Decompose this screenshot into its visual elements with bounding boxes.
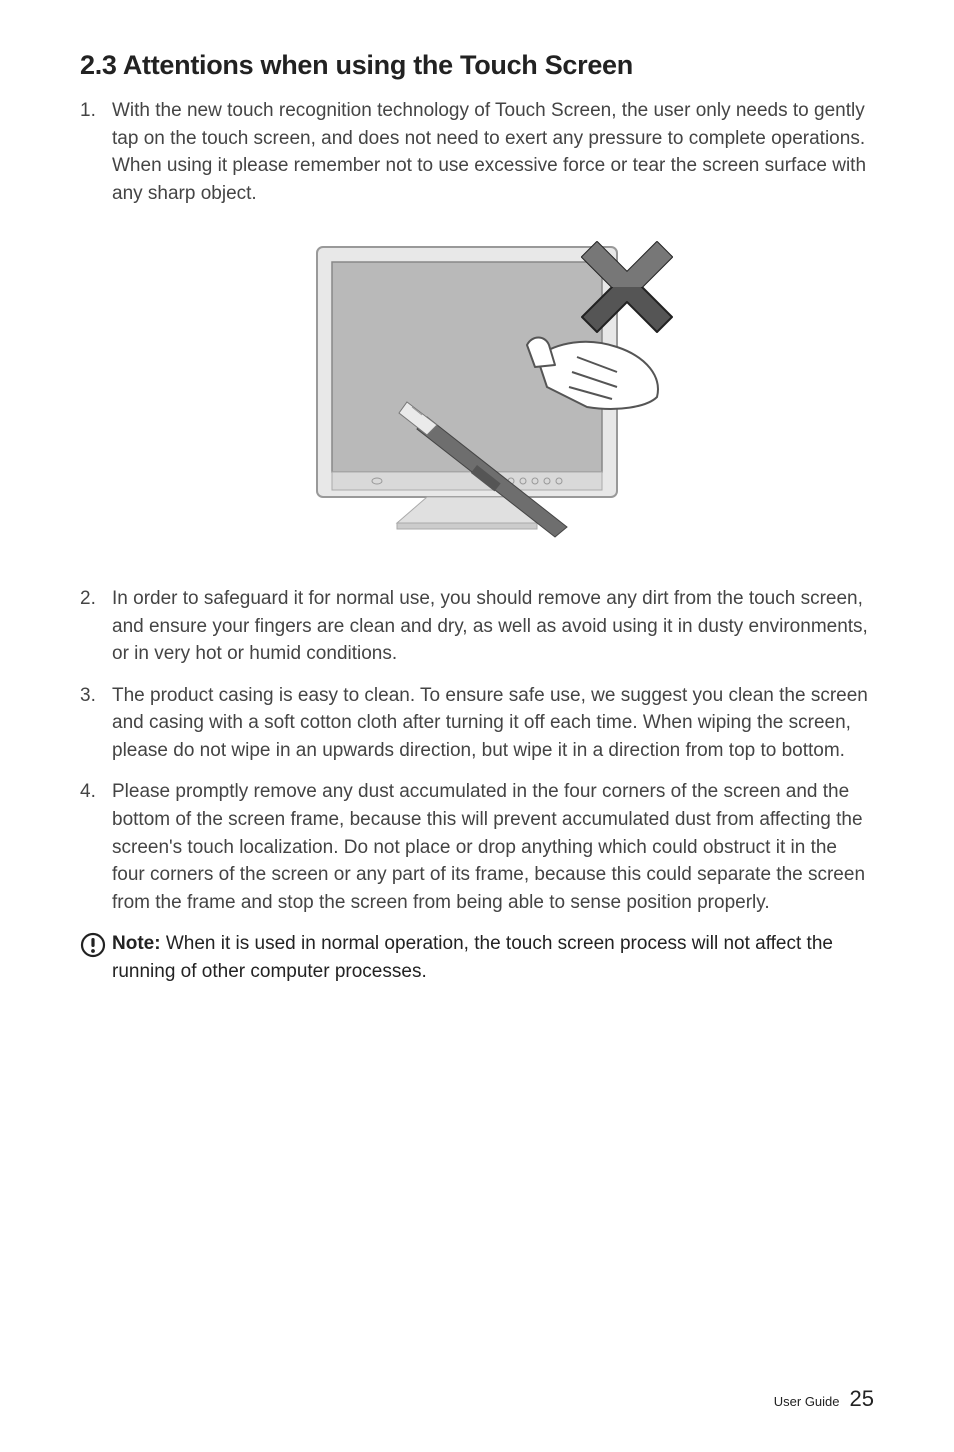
note-text: Note: When it is used in normal operatio… <box>112 930 874 985</box>
note-body: When it is used in normal operation, the… <box>112 933 833 982</box>
list-item-3: 3. The product casing is easy to clean. … <box>80 682 874 765</box>
exclamation-circle-icon <box>80 932 106 958</box>
list-text: The product casing is easy to clean. To … <box>112 682 874 765</box>
list-number: 3. <box>80 682 112 765</box>
list-item-2: 2. In order to safeguard it for normal u… <box>80 585 874 668</box>
list-text: With the new touch recognition technolog… <box>112 97 874 207</box>
list-number: 2. <box>80 585 112 668</box>
list-text: Please promptly remove any dust accumula… <box>112 778 874 916</box>
page-footer: User Guide 25 <box>774 1386 874 1412</box>
page-number: 25 <box>850 1386 874 1412</box>
list-text: In order to safeguard it for normal use,… <box>112 585 874 668</box>
list-number: 4. <box>80 778 112 916</box>
illustration-container <box>80 227 874 557</box>
note-block: Note: When it is used in normal operatio… <box>80 930 874 985</box>
section-heading: 2.3 Attentions when using the Touch Scre… <box>80 50 874 81</box>
list-number: 1. <box>80 97 112 207</box>
note-label: Note: <box>112 933 161 954</box>
list-item-4: 4. Please promptly remove any dust accum… <box>80 778 874 916</box>
monitor-no-sharp-object-illustration <box>277 227 677 557</box>
footer-label: User Guide <box>774 1394 840 1409</box>
note-icon <box>80 930 112 958</box>
list-item-1: 1. With the new touch recognition techno… <box>80 97 874 207</box>
